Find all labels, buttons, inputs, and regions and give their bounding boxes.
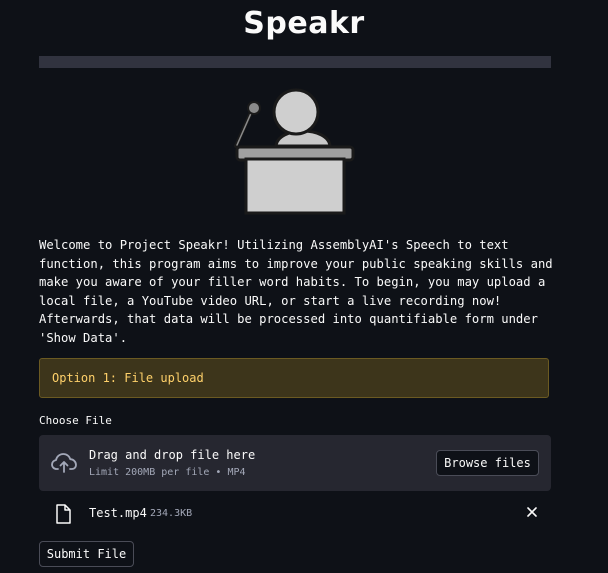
- file-name: Test.mp4: [89, 506, 147, 520]
- file-upload-alert: Option 1: File upload: [39, 358, 549, 398]
- browse-files-button[interactable]: Browse files: [436, 450, 539, 476]
- alert-text: Option 1: File upload: [52, 371, 204, 385]
- header-divider: [39, 56, 551, 68]
- submit-file-button[interactable]: Submit File: [39, 541, 134, 567]
- speaker-podium-icon: [234, 88, 355, 215]
- file-icon: [56, 504, 71, 524]
- file-dropzone[interactable]: Drag and drop file here Limit 200MB per …: [39, 435, 551, 491]
- intro-text: Welcome to Project Speakr! Utilizing Ass…: [39, 238, 553, 345]
- close-icon[interactable]: [525, 505, 539, 519]
- cloud-upload-icon: [51, 453, 77, 473]
- choose-file-label: Choose File: [39, 414, 112, 427]
- drop-instructions: Drag and drop file here: [89, 448, 256, 462]
- file-limit-text: Limit 200MB per file • MP4: [89, 467, 246, 478]
- uploaded-file-item: Test.mp4 234.3KB: [39, 500, 551, 528]
- file-size: 234.3KB: [150, 508, 193, 519]
- app-title: Speakr: [243, 6, 365, 41]
